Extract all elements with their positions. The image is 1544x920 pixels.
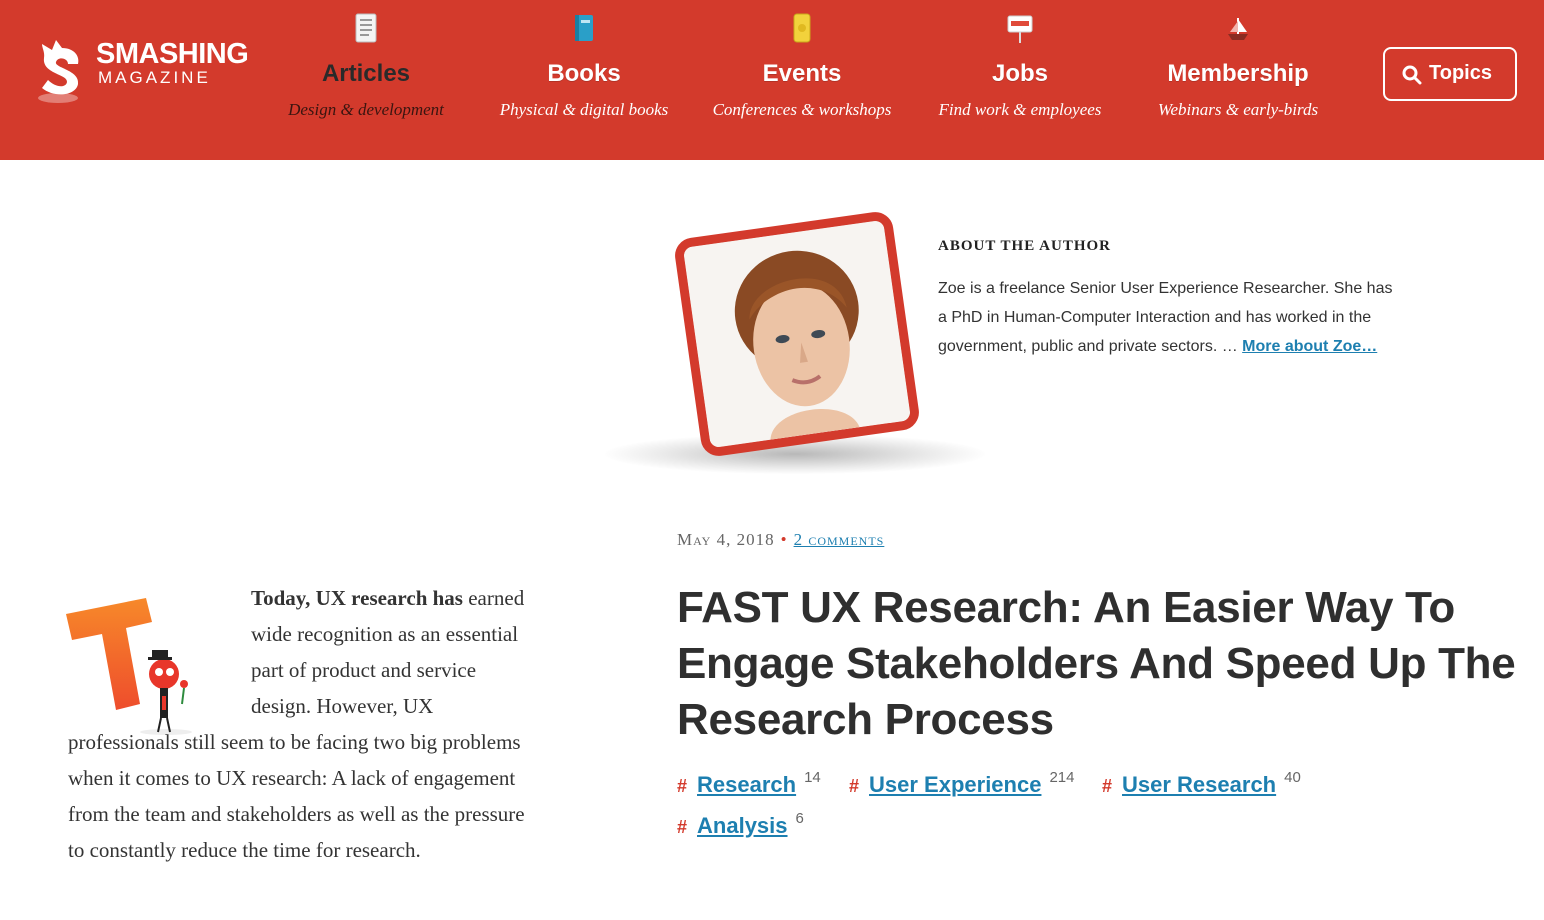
nav-subtitle: Conferences & workshops xyxy=(712,100,892,119)
more-about-author-link[interactable]: More about Zoe… xyxy=(1242,338,1377,355)
about-author-heading: ABOUT THE AUTHOR xyxy=(938,238,1111,254)
nav-item-events[interactable]: Events Conferences & workshops xyxy=(692,0,912,160)
intro-bold-text: Today, UX research has xyxy=(251,586,463,610)
author-avatar[interactable] xyxy=(672,209,922,459)
ticket-icon xyxy=(793,13,811,43)
publish-date: May 4, 2018 xyxy=(677,530,775,549)
nav-item-books[interactable]: Books Physical & digital books xyxy=(474,0,694,160)
topics-label: Topics xyxy=(1429,62,1492,84)
search-icon xyxy=(1402,65,1422,85)
drop-cap-spacer xyxy=(68,580,251,724)
article-meta: May 4, 2018 • 2 comments xyxy=(677,530,884,550)
comments-link[interactable]: 2 comments xyxy=(794,530,885,549)
tag-label: User Experience xyxy=(869,772,1042,797)
topics-button[interactable]: Topics xyxy=(1383,47,1517,101)
article-icon xyxy=(355,13,377,43)
nav-title: Membership xyxy=(1167,60,1309,87)
hash-icon: # xyxy=(677,817,688,837)
tag-count: 14 xyxy=(804,769,821,786)
tag-user-experience[interactable]: # User Experience 214 xyxy=(849,769,1075,798)
tag-label: Analysis xyxy=(697,813,788,838)
nav-subtitle: Design & development xyxy=(288,100,444,119)
meta-separator: • xyxy=(780,530,788,549)
tag-count: 214 xyxy=(1049,769,1075,786)
hash-icon: # xyxy=(849,776,860,796)
tag-label: User Research xyxy=(1122,772,1277,797)
nav-subtitle: Physical & digital books xyxy=(499,100,669,119)
author-photo-container xyxy=(605,209,985,474)
tag-analysis[interactable]: # Analysis 6 xyxy=(677,810,804,839)
book-icon xyxy=(575,15,593,41)
smashing-logo[interactable]: SMASHING MAGAZINE xyxy=(34,36,254,116)
nav-item-articles[interactable]: Articles Design & development xyxy=(256,0,476,160)
nav-item-membership[interactable]: Membership Webinars & early-birds xyxy=(1128,0,1348,160)
main-nav: Articles Design & development Books Phys… xyxy=(256,0,1366,160)
tag-label: Research xyxy=(697,772,797,797)
logo-title: SMASHING xyxy=(96,38,249,70)
nav-title: Events xyxy=(762,60,842,87)
site-header: SMASHING MAGAZINE Articles Design & deve… xyxy=(0,0,1544,160)
hash-icon: # xyxy=(677,776,688,796)
tag-research[interactable]: # Research 14 xyxy=(677,769,821,798)
nav-title: Articles xyxy=(321,60,411,87)
article-title: FAST UX Research: An Easier Way To Engag… xyxy=(677,583,1516,744)
tag-count: 6 xyxy=(795,810,804,827)
tag-user-research[interactable]: # User Research 40 xyxy=(1102,769,1301,798)
boat-icon xyxy=(1228,18,1248,40)
nav-title: Books xyxy=(547,60,621,87)
author-bio: Zoe is a freelance Senior User Experienc… xyxy=(938,274,1398,361)
nav-item-jobs[interactable]: Jobs Find work & employees xyxy=(910,0,1130,160)
nav-title: Jobs xyxy=(991,60,1048,87)
open-sign-icon xyxy=(1007,15,1033,43)
nav-subtitle: Webinars & early-birds xyxy=(1157,100,1319,119)
smashing-cat-logo-icon xyxy=(38,40,79,103)
tag-count: 40 xyxy=(1284,769,1301,786)
author-portrait-image xyxy=(682,219,912,449)
article-intro: Today, UX research has earned wide recog… xyxy=(68,580,528,868)
hash-icon: # xyxy=(1102,776,1113,796)
nav-subtitle: Find work & employees xyxy=(938,100,1102,119)
logo-subtitle: MAGAZINE xyxy=(98,68,211,87)
